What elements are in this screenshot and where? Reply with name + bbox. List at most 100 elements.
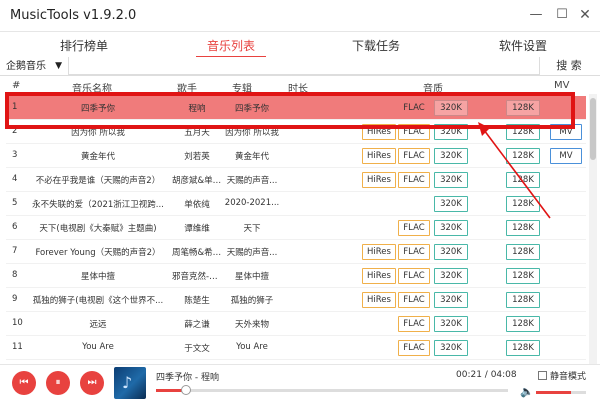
- mute-checkbox[interactable]: [538, 371, 547, 380]
- song-row[interactable]: 8 星体中擅 邪音克然-N... 星体中擅 HiRes FLAC 320K 128K: [6, 264, 586, 288]
- flac-button[interactable]: FLAC: [398, 292, 430, 308]
- col-album[interactable]: 专辑: [232, 80, 252, 95]
- quality-128k-button[interactable]: 128K: [506, 340, 540, 356]
- minimize-button[interactable]: —: [527, 6, 545, 24]
- song-row[interactable]: 11 You Are 于文文 You Are FLAC 320K 128K: [6, 336, 586, 360]
- song-list: 1 四季予你 程响 四季予你 FLAC 320K 128K 2 因为你 所以我 五月天 因为你 所以…: [0, 94, 588, 364]
- quality-128k-button[interactable]: 128K: [506, 196, 540, 212]
- hires-button[interactable]: HiRes: [362, 172, 396, 188]
- song-artist: 周笔畅&希林娜: [172, 248, 222, 258]
- quality-128k-button[interactable]: 128K: [506, 172, 540, 188]
- song-album: 天下: [243, 224, 261, 234]
- quality-320k-button[interactable]: 320K: [434, 316, 468, 332]
- hires-button[interactable]: HiRes: [362, 124, 396, 140]
- song-title: 孤独的狮子(电视剧《这个世界不...: [32, 296, 164, 306]
- tab-settings[interactable]: 软件设置: [499, 37, 547, 54]
- quality-128k-button[interactable]: 128K: [506, 316, 540, 332]
- song-artist: 陈楚生: [184, 296, 210, 306]
- row-number: 2: [12, 126, 18, 136]
- hires-button[interactable]: HiRes: [362, 292, 396, 308]
- song-artist: 单依纯: [184, 200, 210, 210]
- tab-music-list[interactable]: 音乐列表: [207, 37, 255, 54]
- music-note-icon: ♪: [122, 373, 133, 392]
- song-artist: 谭维维: [184, 224, 210, 234]
- song-album: 星体中擅: [234, 272, 269, 282]
- flac-button[interactable]: FLAC: [398, 340, 430, 356]
- maximize-button[interactable]: ☐: [553, 6, 571, 24]
- progress-knob[interactable]: [180, 385, 191, 395]
- mv-button[interactable]: MV: [550, 148, 582, 164]
- quality-128k-button[interactable]: 128K: [506, 244, 540, 260]
- flac-button[interactable]: FLAC: [398, 100, 430, 116]
- song-row[interactable]: 6 天下(电视剧《大秦赋》主题曲) 谭维维 天下 FLAC 320K 128K: [6, 216, 586, 240]
- row-number: 4: [12, 174, 18, 184]
- col-duration[interactable]: 时长: [288, 80, 308, 95]
- quality-320k-button[interactable]: 320K: [434, 220, 468, 236]
- flac-button[interactable]: FLAC: [398, 268, 430, 284]
- quality-320k-button[interactable]: 320K: [434, 340, 468, 356]
- title-bar: MusicTools v1.9.2.0 — ☐ ✕: [0, 0, 600, 32]
- volume-icon[interactable]: 🔈: [520, 385, 534, 398]
- source-select[interactable]: 企鹅音乐 ▼: [6, 59, 64, 74]
- quality-320k-button[interactable]: 320K: [434, 172, 468, 188]
- song-row[interactable]: 2 因为你 所以我 五月天 因为你 所以我 HiRes FLAC 320K 128K MV: [6, 120, 586, 144]
- song-row[interactable]: 3 黄金年代 刘若英 黄金年代 HiRes FLAC 320K 128K MV: [6, 144, 586, 168]
- quality-320k-button[interactable]: 320K: [434, 124, 468, 140]
- main-tabs: 排行榜单 音乐列表 下载任务 软件设置: [0, 34, 600, 56]
- quality-128k-button[interactable]: 128K: [506, 148, 540, 164]
- quality-128k-button[interactable]: 128K: [506, 220, 540, 236]
- scrollbar-thumb[interactable]: [590, 98, 596, 160]
- row-number: 1: [12, 102, 18, 112]
- flac-button[interactable]: FLAC: [398, 220, 430, 236]
- quality-128k-button[interactable]: 128K: [506, 268, 540, 284]
- col-title[interactable]: 音乐名称: [72, 80, 112, 95]
- source-select-value: 企鹅音乐: [6, 61, 46, 72]
- quality-128k-button[interactable]: 128K: [506, 100, 540, 116]
- song-row[interactable]: 4 不必在乎我是谁（天赐的声音2） 胡彦斌&单依... 天赐的声音... HiResFL…: [6, 168, 586, 192]
- quality-320k-button[interactable]: 320K: [434, 100, 468, 116]
- quality-320k-button[interactable]: 320K: [434, 244, 468, 260]
- flac-button[interactable]: FLAC: [398, 316, 430, 332]
- row-number: 5: [12, 198, 18, 208]
- quality-128k-button[interactable]: 128K: [506, 292, 540, 308]
- flac-button[interactable]: FLAC: [398, 124, 430, 140]
- search-input[interactable]: [68, 57, 540, 75]
- next-button[interactable]: ⏭: [80, 371, 104, 395]
- previous-button[interactable]: ⏮: [12, 371, 36, 395]
- song-row[interactable]: 10 远远 薛之谦 天外来物 FLAC 320K 128K: [6, 312, 586, 336]
- song-title: 因为你 所以我: [71, 128, 125, 138]
- app-title: MusicTools v1.9.2.0: [10, 8, 137, 23]
- quality-320k-button[interactable]: 320K: [434, 196, 468, 212]
- tab-downloads[interactable]: 下载任务: [352, 37, 400, 54]
- pause-button[interactable]: ⏸: [46, 371, 70, 395]
- close-button[interactable]: ✕: [576, 6, 594, 24]
- quality-320k-button[interactable]: 320K: [434, 148, 468, 164]
- hires-button[interactable]: HiRes: [362, 148, 396, 164]
- song-row[interactable]: 5 永不失联的爱（2021浙江卫视跨... 单依纯 2020-2021... 320K 1…: [6, 192, 586, 216]
- song-title: 天下(电视剧《大秦赋》主题曲): [39, 224, 157, 234]
- quality-320k-button[interactable]: 320K: [434, 292, 468, 308]
- song-row[interactable]: 1 四季予你 程响 四季予你 FLAC 320K 128K: [6, 96, 586, 120]
- hires-button[interactable]: HiRes: [362, 268, 396, 284]
- progress-bar[interactable]: [156, 385, 508, 395]
- row-number: 6: [12, 222, 18, 232]
- tab-charts[interactable]: 排行榜单: [60, 37, 108, 54]
- song-row[interactable]: 7 Forever Young（天赐的声音2） 周笔畅&希林娜天赐的声音... HiR…: [6, 240, 586, 264]
- col-artist[interactable]: 歌手: [177, 80, 197, 95]
- hires-button[interactable]: HiRes: [362, 244, 396, 260]
- song-row[interactable]: 9 孤独的狮子(电视剧《这个世界不... 陈楚生 孤独的狮子 HiRes FLAC 320K…: [6, 288, 586, 312]
- volume-slider[interactable]: [536, 391, 586, 394]
- quality-128k-button[interactable]: 128K: [506, 124, 540, 140]
- list-scrollbar[interactable]: [589, 94, 597, 364]
- row-number: 3: [12, 150, 18, 160]
- flac-button[interactable]: FLAC: [398, 244, 430, 260]
- quality-320k-button[interactable]: 320K: [434, 268, 468, 284]
- song-title: 星体中擅: [80, 272, 115, 282]
- search-toolbar: 企鹅音乐 ▼ 搜 索: [0, 57, 600, 76]
- mv-button[interactable]: MV: [550, 124, 582, 140]
- flac-button[interactable]: FLAC: [398, 172, 430, 188]
- flac-button[interactable]: FLAC: [398, 148, 430, 164]
- search-button[interactable]: 搜 索: [544, 58, 594, 74]
- song-title: Forever Young（天赐的声音2）: [35, 248, 161, 258]
- song-artist: 于文文: [184, 344, 210, 354]
